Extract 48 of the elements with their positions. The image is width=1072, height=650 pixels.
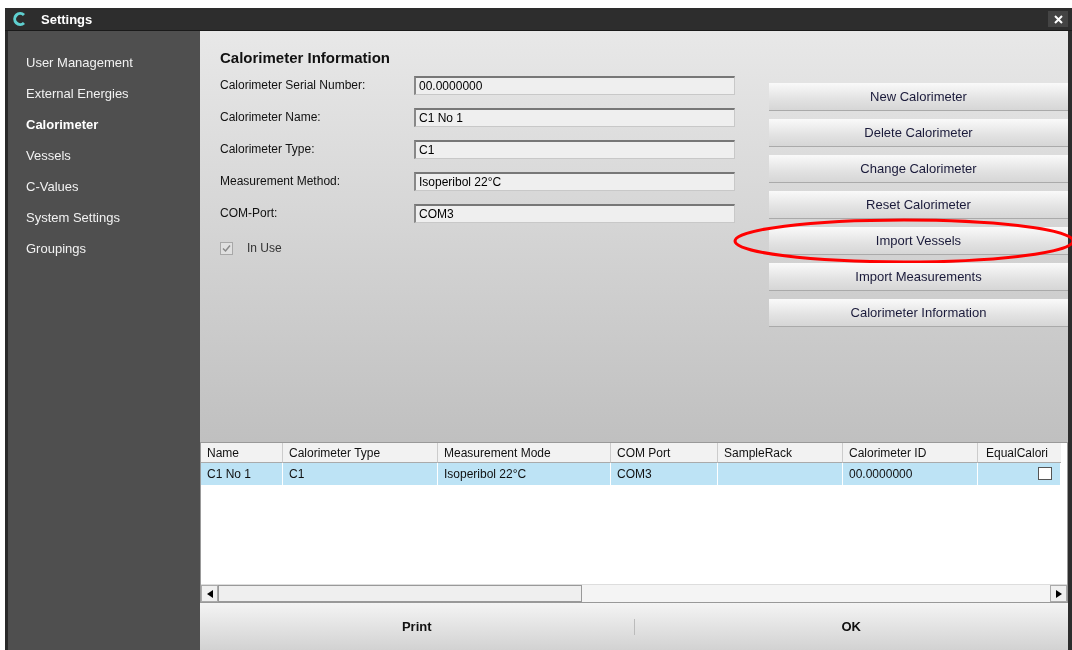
- sidebar-item[interactable]: C-Values: [8, 171, 200, 202]
- sidebar-item[interactable]: System Settings: [8, 202, 200, 233]
- checkbox-label: In Use: [247, 241, 282, 255]
- action-button[interactable]: New Calorimeter: [769, 83, 1068, 111]
- field-label: Measurement Method:: [220, 174, 342, 188]
- action-button[interactable]: Import Vessels: [769, 227, 1068, 255]
- close-icon: [1053, 14, 1063, 24]
- input-field[interactable]: C1: [414, 139, 735, 159]
- table-cell: C1 No 1: [201, 463, 283, 485]
- close-button[interactable]: [1048, 11, 1068, 27]
- sidebar-item[interactable]: Vessels: [8, 140, 200, 171]
- table-cell: 00.0000000: [843, 463, 978, 485]
- field-label: Calorimeter Name:: [220, 110, 322, 124]
- app-logo-icon: [13, 12, 27, 26]
- column-header[interactable]: COM Port: [611, 443, 718, 463]
- action-button[interactable]: Calorimeter Information: [769, 299, 1068, 327]
- column-header[interactable]: SampleRack: [718, 443, 843, 463]
- action-button[interactable]: Delete Calorimeter: [769, 119, 1068, 147]
- input-field[interactable]: 00.0000000: [414, 75, 735, 95]
- footer-button[interactable]: OK: [634, 603, 1068, 650]
- window-title: Settings: [41, 11, 93, 27]
- field-label: Calorimeter Type:: [220, 142, 316, 156]
- section-title: Calorimeter Information: [220, 49, 391, 66]
- action-button[interactable]: Reset Calorimeter: [769, 191, 1068, 219]
- field-label: COM-Port:: [220, 206, 279, 220]
- footer-button[interactable]: Print: [200, 603, 634, 650]
- table-cell: Isoperibol 22°C: [438, 463, 611, 485]
- input-field[interactable]: COM3: [414, 203, 735, 223]
- table-cell: COM3: [611, 463, 718, 485]
- scroll-right-icon[interactable]: [1050, 585, 1067, 603]
- column-header[interactable]: Calorimeter ID: [843, 443, 978, 463]
- checkbox[interactable]: [1038, 467, 1052, 480]
- input-field[interactable]: Isoperibol 22°C: [414, 171, 735, 191]
- table-cell: C1: [283, 463, 438, 485]
- action-button[interactable]: Import Measurements: [769, 263, 1068, 291]
- column-header[interactable]: Name: [201, 443, 283, 463]
- field-label: Calorimeter Serial Number:: [220, 78, 367, 92]
- input-field[interactable]: C1 No 1: [414, 107, 735, 127]
- scroll-left-icon[interactable]: [201, 585, 218, 603]
- column-header[interactable]: Measurement Mode: [438, 443, 611, 463]
- sidebar-item[interactable]: Groupings: [8, 233, 200, 264]
- sidebar-item[interactable]: User Management: [8, 47, 200, 78]
- sidebar-item[interactable]: Calorimeter: [8, 109, 200, 140]
- action-button[interactable]: Change Calorimeter: [769, 155, 1068, 183]
- column-header[interactable]: Calorimeter Type: [283, 443, 438, 463]
- sidebar-item[interactable]: External Energies: [8, 78, 200, 109]
- scrollbar-thumb[interactable]: [218, 585, 582, 603]
- column-header[interactable]: EqualCalori: [978, 443, 1061, 463]
